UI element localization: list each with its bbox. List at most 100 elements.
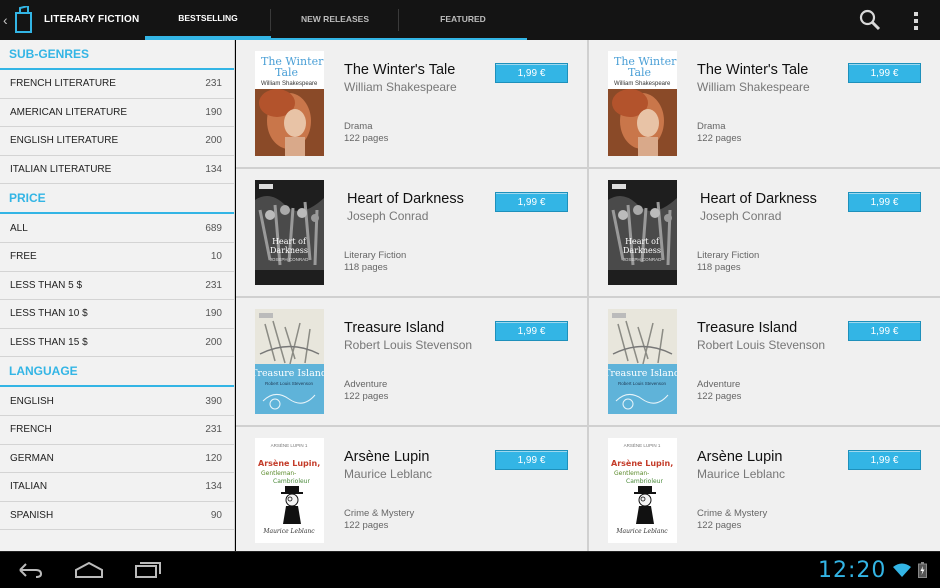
book-genre: Crime & Mystery: [344, 508, 415, 519]
book-title[interactable]: Arsène Lupin: [697, 449, 782, 465]
cover-title-line1: Arsène Lupin,: [611, 458, 673, 468]
book-cover-image[interactable]: ARSÈNE LUPIN 1 Arsène Lupin, Gentleman- Cam…: [608, 438, 677, 543]
book-title[interactable]: Heart of Darkness: [347, 191, 464, 207]
filter-item[interactable]: ENGLISH LITERATURE 200: [0, 127, 234, 156]
tab-label: FEATURED: [440, 14, 486, 24]
tab-bar: BESTSELLING NEW RELEASES FEATURED: [145, 0, 527, 40]
book-cover-image[interactable]: The Winter'sTaleWilliam Shakespeare: [608, 51, 677, 156]
book-card[interactable]: ARSÈNE LUPIN 1 Arsène Lupin, Gentleman- Cam…: [589, 427, 940, 551]
cover-author: JOSEPH CONRAD: [270, 257, 310, 262]
filter-item[interactable]: LESS THAN 15 $ 200: [0, 329, 234, 358]
filter-label: LESS THAN 5 $: [10, 279, 83, 291]
book-title[interactable]: Arsène Lupin: [344, 449, 429, 465]
book-page-count: 122 pages: [697, 133, 742, 144]
book-cover-image[interactable]: Treasure Island Robert Louis Stevenson: [608, 309, 677, 414]
book-title[interactable]: The Winter's Tale: [697, 62, 808, 78]
book-card[interactable]: The Winter'sTaleWilliam Shakespeare The W…: [589, 40, 940, 167]
overflow-menu-icon[interactable]: [913, 12, 919, 30]
filter-label: SPANISH: [10, 510, 54, 522]
cover-author: William Shakespeare: [261, 81, 318, 87]
battery-icon: [918, 562, 927, 578]
filter-label: FRENCH LITERATURE: [10, 78, 116, 90]
filter-item[interactable]: FREE 10: [0, 243, 234, 272]
book-author: Robert Louis Stevenson: [344, 338, 473, 352]
up-navigation-icon[interactable]: ‹: [3, 12, 8, 28]
book-page-count: 122 pages: [697, 520, 742, 531]
cover-title-line2: Tale: [628, 66, 651, 79]
status-icons: [892, 562, 927, 578]
book-card[interactable]: Heart of Darkness JOSEPH CONRAD Heart of Da…: [236, 169, 587, 296]
book-cover-image[interactable]: Treasure Island Robert Louis Stevenson: [255, 309, 324, 414]
filter-label: ITALIAN: [10, 481, 48, 493]
book-genre: Drama: [697, 121, 726, 132]
buy-price-button[interactable]: 1,99 €: [495, 63, 568, 83]
book-card[interactable]: Heart of Darkness JOSEPH CONRAD Heart of Da…: [589, 169, 940, 296]
filter-item[interactable]: LESS THAN 5 $ 231: [0, 272, 234, 301]
filter-label: LESS THAN 15 $: [10, 337, 88, 349]
buy-price-button[interactable]: 1,99 €: [848, 192, 921, 212]
filter-item[interactable]: LESS THAN 10 $ 190: [0, 300, 234, 329]
tab-label: NEW RELEASES: [300, 14, 369, 24]
buy-price-button[interactable]: 1,99 €: [495, 321, 568, 341]
book-cover-image[interactable]: The Winter'sTaleWilliam Shakespeare: [255, 51, 324, 156]
book-card[interactable]: Treasure Island Robert Louis Stevenson Tre…: [589, 298, 940, 425]
cover-title-line2: Gentleman-: [261, 470, 296, 477]
section-header-language: LANGUAGE: [0, 357, 234, 388]
book-cover-image[interactable]: Heart of Darkness JOSEPH CONRAD: [608, 180, 677, 285]
tab-label: BESTSELLING: [178, 13, 238, 23]
filter-count: 200: [205, 337, 222, 349]
filter-label: ENGLISH: [10, 395, 54, 407]
back-icon[interactable]: [16, 561, 44, 579]
book-card[interactable]: Treasure Island Robert Louis Stevenson Tre…: [236, 298, 587, 425]
book-card[interactable]: ARSÈNE LUPIN 1 Arsène Lupin, Gentleman- Cam…: [236, 427, 587, 551]
filter-item[interactable]: GERMAN 120: [0, 445, 234, 474]
buy-price-button[interactable]: 1,99 €: [495, 192, 568, 212]
filter-count: 390: [205, 395, 222, 407]
cover-author: Robert Louis Stevenson: [265, 381, 314, 386]
filter-item[interactable]: ITALIAN LITERATURE 134: [0, 156, 234, 185]
filter-item[interactable]: ITALIAN 134: [0, 473, 234, 502]
book-title[interactable]: Heart of Darkness: [700, 191, 817, 207]
book-title[interactable]: Treasure Island: [697, 320, 797, 336]
filter-count: 231: [205, 78, 222, 90]
filter-item[interactable]: FRENCH LITERATURE 231: [0, 70, 234, 99]
filter-label: LESS THAN 10 $: [10, 308, 88, 320]
filter-count: 190: [205, 308, 222, 320]
filter-item[interactable]: ENGLISH 390: [0, 387, 234, 416]
status-clock: 12:20: [818, 558, 887, 583]
app-logo-icon[interactable]: [14, 6, 34, 34]
cover-title-line2: Tale: [275, 66, 298, 79]
filter-count: 10: [210, 251, 222, 263]
filter-item[interactable]: AMERICAN LITERATURE 190: [0, 99, 234, 128]
book-cover-image[interactable]: Heart of Darkness JOSEPH CONRAD: [255, 180, 324, 285]
tab-bestselling[interactable]: BESTSELLING: [145, 0, 271, 40]
cover-title-line1: Treasure Island: [608, 368, 677, 379]
filter-item[interactable]: SPANISH 90: [0, 502, 234, 531]
book-genre: Literary Fiction: [344, 250, 407, 261]
book-genre: Adventure: [344, 379, 388, 390]
filter-item[interactable]: ALL 689: [0, 214, 234, 243]
buy-price-button[interactable]: 1,99 €: [495, 450, 568, 470]
filter-label: AMERICAN LITERATURE: [10, 106, 128, 118]
home-icon[interactable]: [74, 561, 104, 579]
book-author: Robert Louis Stevenson: [697, 338, 826, 352]
buy-price-button[interactable]: 1,99 €: [848, 321, 921, 341]
book-cover-image[interactable]: ARSÈNE LUPIN 1 Arsène Lupin, Gentleman- Cam…: [255, 438, 324, 543]
filter-count: 90: [210, 510, 222, 522]
book-grid: The Winter'sTaleWilliam Shakespeare The W…: [236, 40, 940, 551]
book-title[interactable]: Treasure Island: [344, 320, 444, 336]
filter-item[interactable]: FRENCH 231: [0, 416, 234, 445]
buy-price-button[interactable]: 1,99 €: [848, 63, 921, 83]
cover-title-line2: Darkness: [270, 246, 308, 255]
book-card[interactable]: The Winter'sTaleWilliam ShakespeareThe W…: [236, 40, 587, 167]
tab-new-releases[interactable]: NEW RELEASES: [271, 0, 399, 40]
recent-apps-icon[interactable]: [134, 561, 162, 579]
cover-author: Maurice Leblanc: [262, 528, 315, 535]
filter-count: 231: [205, 279, 222, 291]
buy-price-button[interactable]: 1,99 €: [848, 450, 921, 470]
tab-featured[interactable]: FEATURED: [399, 0, 527, 40]
cover-series: ARSÈNE LUPIN 1: [624, 442, 661, 448]
book-title[interactable]: The Winter's Tale: [344, 62, 455, 78]
search-icon[interactable]: [859, 9, 881, 31]
cover-title-line2: Darkness: [623, 246, 661, 255]
